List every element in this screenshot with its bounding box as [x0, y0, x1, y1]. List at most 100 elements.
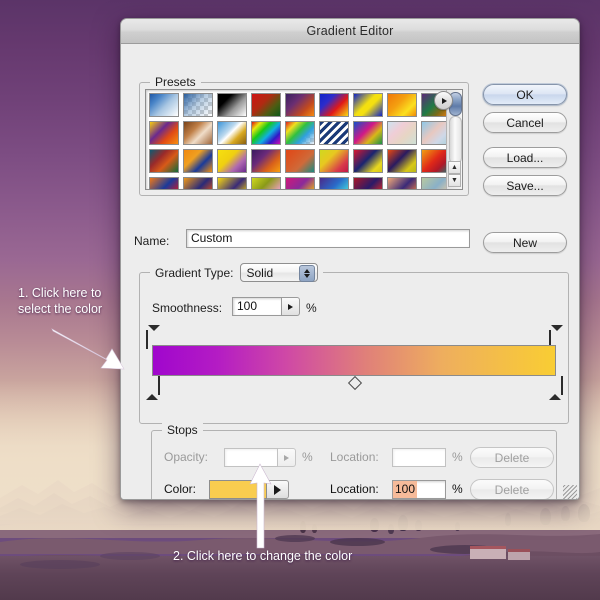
resize-grip-icon[interactable]	[563, 485, 577, 499]
scrollbar-track[interactable]	[449, 116, 462, 164]
preset-swatch-blue-gold-white[interactable]	[217, 121, 247, 145]
color-delete-button[interactable]: Delete	[470, 479, 554, 500]
load-button[interactable]: Load...	[483, 147, 567, 168]
preset-swatch-pastel-pink[interactable]	[387, 121, 417, 145]
preset-swatch-blue-transparent[interactable]	[183, 93, 213, 117]
smoothness-input[interactable]: 100	[232, 297, 282, 316]
ok-button-label: OK	[516, 88, 533, 102]
stepper-up-glyph	[304, 269, 310, 273]
farmhouse	[508, 549, 530, 560]
color-stop-pointer	[146, 377, 158, 400]
stepper-up-down-icon[interactable]	[299, 265, 315, 282]
preset-swatch-orange-navy-2[interactable]	[183, 177, 213, 189]
preset-swatch-red-teal[interactable]	[285, 149, 315, 173]
shrub	[20, 560, 100, 569]
smoothness-popup-triangle-right-icon[interactable]	[282, 297, 300, 316]
preset-swatch-blue-yellow-blue[interactable]	[353, 93, 383, 117]
preset-swatch-orange-navy-yellow[interactable]	[387, 149, 417, 173]
preset-swatch-lime-rose[interactable]	[251, 177, 281, 189]
preset-swatch-blue-white[interactable]	[149, 93, 179, 117]
shrub	[100, 552, 160, 560]
color-stop-left[interactable]	[146, 377, 159, 393]
color-stop-square	[158, 376, 160, 395]
ok-button[interactable]: OK	[483, 84, 567, 105]
gradient-preview-area	[152, 331, 556, 393]
triangle-right-glyph	[442, 98, 447, 104]
gradient-type-label: Gradient Type:	[155, 266, 234, 280]
preset-swatch-sage-blue[interactable]	[421, 177, 446, 189]
preset-swatch-yellow-crimson[interactable]	[319, 149, 349, 173]
new-button[interactable]: New	[483, 232, 567, 253]
preset-swatch-violet-orange-2[interactable]	[251, 149, 281, 173]
color-stop-pointer	[549, 377, 561, 400]
gradient-type-group: Gradient Type: Solid Smoothness: 100 %	[139, 272, 569, 424]
cancel-button[interactable]: Cancel	[483, 112, 567, 133]
preset-swatch-violet-orange[interactable]	[285, 93, 315, 117]
preset-swatch-orange-yellow[interactable]	[387, 93, 417, 117]
preset-swatch-yellow-violet-orange[interactable]	[149, 121, 179, 145]
stops-legend: Stops	[162, 423, 203, 437]
color-location-label: Location:	[330, 479, 379, 500]
preset-swatch-blue-red-yellow[interactable]	[319, 93, 349, 117]
dialog-title-bar[interactable]: Gradient Editor	[121, 19, 579, 44]
preset-swatch-black-white[interactable]	[217, 93, 247, 117]
opacity-delete-label: Delete	[495, 451, 530, 465]
opacity-location-label: Location:	[330, 447, 379, 468]
gradient-preview-fill	[153, 346, 555, 375]
preset-swatch-red-green[interactable]	[251, 93, 281, 117]
presets-group: Presets ▲ ▼	[139, 82, 469, 196]
preset-swatch-blue-stripes[interactable]	[319, 121, 349, 145]
preset-swatch-transparent-rainbow[interactable]	[285, 121, 315, 145]
scrollbar-up-arrow-icon[interactable]: ▲	[448, 161, 461, 174]
color-delete-label: Delete	[495, 483, 530, 497]
color-location-unit: %	[452, 479, 463, 500]
opacity-location-input[interactable]	[392, 448, 446, 467]
preset-swatch-red-navy-yellow[interactable]	[353, 149, 383, 173]
gradient-type-value: Solid	[247, 266, 274, 280]
opacity-location-unit: %	[452, 447, 463, 468]
preset-swatch-yellow-purple[interactable]	[217, 149, 247, 173]
preset-swatch-peach-navy[interactable]	[387, 177, 417, 189]
save-button[interactable]: Save...	[483, 175, 567, 196]
opacity-label: Opacity:	[164, 447, 208, 468]
opacity-delete-button[interactable]: Delete	[470, 447, 554, 468]
farmhouse	[470, 546, 506, 559]
annotation-arrow-1-icon	[50, 325, 128, 373]
gradient-type-select[interactable]: Solid	[240, 263, 318, 282]
preset-swatch-spectrum[interactable]	[251, 121, 281, 145]
presets-swatch-grid[interactable]	[146, 90, 446, 189]
gradient-preview-bar[interactable]	[152, 345, 556, 376]
dialog-title: Gradient Editor	[306, 24, 393, 38]
color-midpoint-diamond-icon[interactable]	[348, 376, 362, 390]
preset-swatch-copper[interactable]	[183, 121, 213, 145]
dialog-body: Presets ▲ ▼ OK Cancel Load...	[121, 44, 579, 500]
preset-swatch-magenta-violet[interactable]	[285, 177, 315, 189]
opacity-unit: %	[302, 447, 313, 468]
preset-swatch-orange-blue-red[interactable]	[149, 177, 179, 189]
scrollbar-down-arrow-icon[interactable]: ▼	[448, 174, 461, 187]
opacity-stop-row: Opacity: % Location: % Delete	[152, 447, 556, 468]
preset-swatch-orange-blue-orange[interactable]	[183, 149, 213, 173]
color-location-input[interactable]: 100	[392, 480, 446, 499]
preset-swatch-crimson-navy[interactable]	[353, 177, 383, 189]
preset-swatch-blue-magenta-green[interactable]	[353, 121, 383, 145]
name-input[interactable]: Custom	[186, 229, 470, 248]
preset-swatch-violet-cyan[interactable]	[319, 177, 349, 189]
color-stop-right[interactable]	[549, 377, 562, 393]
color-stop-square	[561, 376, 563, 395]
shrub	[330, 538, 385, 546]
name-label: Name:	[134, 234, 169, 248]
preset-swatch-yellow-navy[interactable]	[217, 177, 247, 189]
preset-swatch-pastel-blue[interactable]	[421, 121, 446, 145]
presets-well[interactable]: ▲ ▼	[145, 89, 463, 190]
color-label: Color:	[164, 479, 196, 500]
cancel-button-label: Cancel	[506, 116, 543, 130]
triangle-right-glyph	[284, 455, 289, 461]
preset-swatch-orange-red-teal[interactable]	[421, 149, 446, 173]
preset-swatch-teal-red-green[interactable]	[149, 149, 179, 173]
annotation-step-2: 2. Click here to change the color	[173, 548, 352, 564]
annotation-arrow-2-icon	[238, 462, 284, 550]
new-button-label: New	[513, 236, 537, 250]
presets-menu-triangle-right-icon[interactable]	[434, 91, 453, 110]
stops-group: Stops Opacity: % Location: % Delete Colo…	[151, 430, 557, 500]
